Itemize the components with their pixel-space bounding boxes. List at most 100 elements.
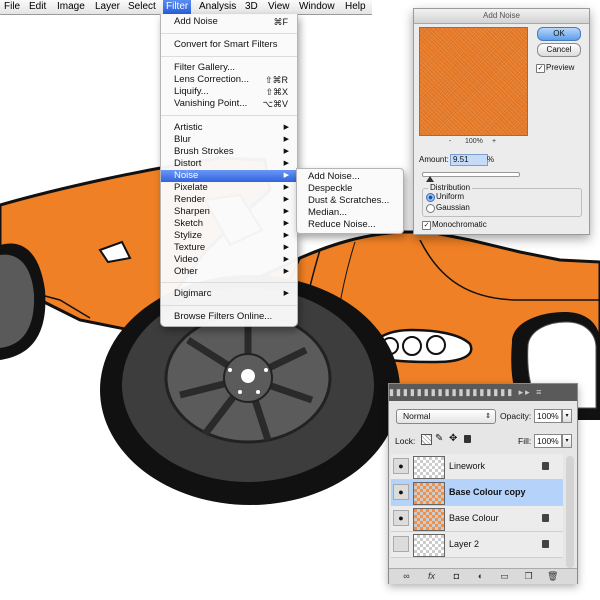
menu-item-artistic[interactable]: Artistic ▶	[161, 122, 297, 134]
amount-slider-thumb[interactable]	[426, 176, 434, 182]
menu-item-digimarc[interactable]: Digimarc ▶	[161, 288, 297, 300]
zoom-level: 100%	[465, 138, 483, 145]
menu-item-sharpen[interactable]: Sharpen ▶	[161, 206, 297, 218]
new-group-folder-icon[interactable]: ▭	[499, 571, 510, 581]
submenu-arrow-icon: ▶	[283, 268, 289, 275]
menu-item-noise[interactable]: Noise ▶	[161, 170, 297, 182]
menu-item-stylize[interactable]: Stylize ▶	[161, 230, 297, 242]
menu-view[interactable]: View	[268, 0, 290, 14]
menu-item-liquify[interactable]: Liquify... ⇧⌘X	[161, 86, 297, 98]
gaussian-label: Gaussian	[436, 203, 470, 212]
visibility-eye-icon[interactable]: ●	[393, 484, 409, 500]
submenu-arrow-icon: ▶	[283, 208, 289, 215]
filter-menu: Add Noise ⌘F Convert for Smart Filters F…	[160, 14, 298, 327]
submenu-arrow-icon: ▶	[283, 244, 289, 251]
zoom-in-button[interactable]: +	[492, 138, 496, 145]
opacity-dropdown-button[interactable]: ▾	[562, 409, 572, 423]
menu-item-label: Pixelate	[174, 182, 208, 193]
lock-transparency-icon[interactable]	[421, 434, 432, 445]
visibility-toggle-empty[interactable]	[393, 536, 409, 552]
menu-help[interactable]: Help	[345, 0, 366, 14]
lock-image-brush-icon[interactable]: ✎	[435, 433, 443, 444]
menu-item-label: Convert for Smart Filters	[174, 39, 278, 50]
menu-filter[interactable]: Filter	[163, 0, 192, 14]
amount-input[interactable]: 9.51	[450, 154, 488, 166]
zoom-out-button[interactable]: -	[449, 138, 451, 145]
menu-analysis[interactable]: Analysis	[199, 0, 236, 14]
menu-edit[interactable]: Edit	[29, 0, 46, 14]
uniform-label: Uniform	[436, 192, 465, 201]
menu-item-pixelate[interactable]: Pixelate ▶	[161, 182, 297, 194]
lock-all-icon[interactable]	[464, 435, 471, 443]
new-layer-icon[interactable]: ❐	[523, 571, 534, 581]
submenu-arrow-icon: ▶	[283, 124, 289, 131]
layer-row-linework[interactable]: ● Linework	[391, 454, 563, 480]
layers-panel: ▮▮▮▮▮▮▮▮▮▮▮▮▮▮▮▮▮▮ ▸▸ ≡ Normal ⇕ Opacity…	[388, 383, 578, 584]
add-mask-icon[interactable]: ◘	[451, 571, 462, 581]
amount-label: Amount:	[419, 155, 449, 164]
cancel-button[interactable]: Cancel	[537, 43, 581, 57]
noise-preview[interactable]	[419, 27, 528, 136]
fill-dropdown-button[interactable]: ▾	[562, 434, 572, 448]
fx-icon[interactable]: fx	[426, 571, 437, 581]
adjustment-layer-icon[interactable]: ◐	[475, 571, 486, 581]
menu-item-sketch[interactable]: Sketch ▶	[161, 218, 297, 230]
menu-item-lens-correction[interactable]: Lens Correction... ⇧⌘R	[161, 74, 297, 86]
visibility-eye-icon[interactable]: ●	[393, 458, 409, 474]
menu-item-convert-smart-filters[interactable]: Convert for Smart Filters	[161, 39, 297, 51]
layer-name: Base Colour	[449, 513, 499, 523]
layers-scrollbar[interactable]	[566, 456, 574, 568]
opacity-label: Opacity:	[500, 411, 532, 421]
menu-separator	[161, 282, 297, 283]
layer-name: Base Colour copy	[449, 487, 526, 497]
layer-row-base-colour-copy[interactable]: ● Base Colour copy	[391, 480, 563, 506]
layer-lock-icon	[542, 540, 549, 548]
menu-window[interactable]: Window	[299, 0, 335, 14]
menu-item-label: Other	[174, 266, 198, 277]
menu-3d[interactable]: 3D	[245, 0, 258, 14]
menu-file[interactable]: File	[4, 0, 20, 14]
opacity-input[interactable]: 100%	[534, 409, 562, 423]
layer-lock-icon	[542, 514, 549, 522]
menu-item-label: Sharpen	[174, 206, 210, 217]
menu-item-filter-gallery[interactable]: Filter Gallery...	[161, 62, 297, 74]
submenu-item-reduce-noise[interactable]: Reduce Noise...	[308, 219, 376, 231]
layer-row-base-colour[interactable]: ● Base Colour	[391, 506, 563, 532]
submenu-item-median[interactable]: Median...	[308, 207, 347, 219]
menu-item-brush-strokes[interactable]: Brush Strokes ▶	[161, 146, 297, 158]
menu-item-render[interactable]: Render ▶	[161, 194, 297, 206]
menu-item-add-noise[interactable]: Add Noise ⌘F	[161, 16, 297, 28]
blend-mode-value: Normal	[403, 411, 431, 421]
menu-item-distort[interactable]: Distort ▶	[161, 158, 297, 170]
link-layers-icon[interactable]: ∞	[401, 571, 412, 581]
menu-separator	[161, 305, 297, 306]
amount-slider-track[interactable]	[422, 172, 520, 177]
menu-select[interactable]: Select	[128, 0, 156, 14]
layer-row-layer-2[interactable]: Layer 2	[391, 532, 563, 558]
menu-item-label: Stylize	[174, 230, 202, 241]
trash-icon[interactable]: 🗑	[547, 571, 558, 581]
blend-mode-select[interactable]: Normal ⇕	[396, 409, 496, 424]
submenu-item-dust-scratches[interactable]: Dust & Scratches...	[308, 195, 389, 207]
lock-position-move-icon[interactable]: ✥	[449, 433, 457, 444]
submenu-item-add-noise[interactable]: Add Noise...	[308, 171, 360, 183]
menu-layer[interactable]: Layer	[95, 0, 120, 14]
visibility-eye-icon[interactable]: ●	[393, 510, 409, 526]
distribution-label: Distribution	[428, 183, 473, 192]
monochromatic-checkbox[interactable]: ✓	[422, 221, 431, 230]
uniform-radio[interactable]	[426, 193, 435, 202]
preview-checkbox[interactable]: ✓	[536, 64, 545, 73]
fill-input[interactable]: 100%	[534, 434, 562, 448]
menu-image[interactable]: Image	[57, 0, 85, 14]
preview-label: Preview	[546, 63, 575, 72]
submenu-arrow-icon: ▶	[283, 172, 289, 179]
ok-button[interactable]: OK	[537, 27, 581, 41]
menu-item-blur[interactable]: Blur ▶	[161, 134, 297, 146]
menu-item-other[interactable]: Other ▶	[161, 266, 297, 278]
menu-item-video[interactable]: Video ▶	[161, 254, 297, 266]
menu-item-texture[interactable]: Texture ▶	[161, 242, 297, 254]
submenu-item-despeckle[interactable]: Despeckle	[308, 183, 352, 195]
menu-item-browse-filters-online[interactable]: Browse Filters Online...	[161, 311, 297, 323]
gaussian-radio[interactable]	[426, 204, 435, 213]
menu-item-vanishing-point[interactable]: Vanishing Point... ⌥⌘V	[161, 98, 297, 110]
